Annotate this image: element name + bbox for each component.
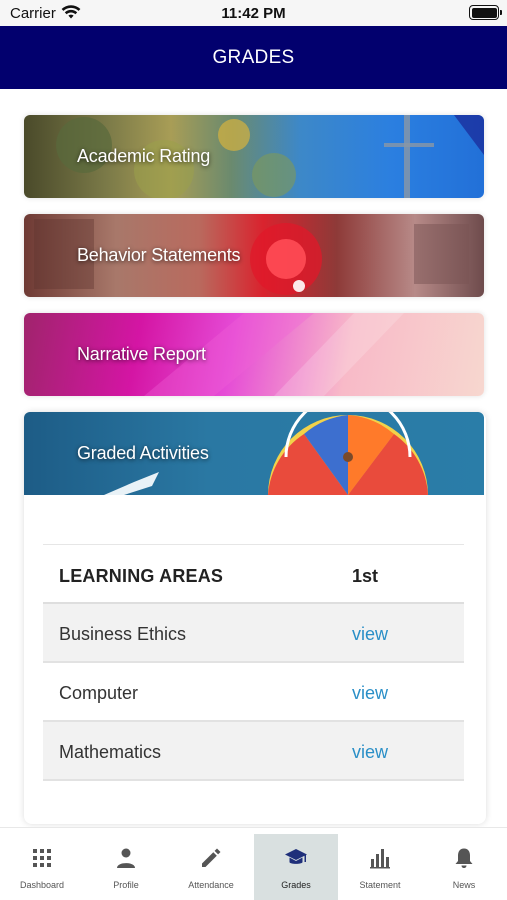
bottom-tab-bar: Dashboard Profile Attendance Grades Stat…: [0, 827, 507, 900]
page-title: GRADES: [212, 47, 295, 68]
table-header: LEARNING AREAS 1st: [43, 544, 464, 604]
card-narrative-report[interactable]: Narrative Report: [24, 313, 484, 396]
clock: 11:42 PM: [221, 5, 286, 22]
view-link[interactable]: view: [352, 742, 388, 763]
subject-name: Business Ethics: [59, 624, 187, 644]
tab-label: Attendance: [188, 880, 234, 890]
tab-label: Dashboard: [19, 880, 65, 890]
page-header: GRADES: [0, 26, 507, 89]
subject-name: Mathematics: [59, 742, 162, 762]
card-behavior-statements[interactable]: Behavior Statements: [24, 214, 484, 297]
card-label: Academic Rating: [77, 146, 211, 166]
table-row: Computer view: [43, 663, 464, 722]
tab-label: Profile: [113, 880, 139, 890]
card-label: Narrative Report: [77, 344, 206, 364]
tab-label: Grades: [281, 880, 311, 890]
card-label: Behavior Statements: [77, 245, 241, 265]
tab-label: Statement: [359, 880, 401, 890]
view-link[interactable]: view: [352, 624, 388, 645]
bell-icon: [455, 848, 473, 868]
battery-icon: [469, 5, 502, 20]
tab-dashboard[interactable]: Dashboard: [0, 834, 84, 900]
view-link[interactable]: view: [352, 683, 388, 704]
grades-content: Academic Rating Behavior Statements Narr…: [0, 89, 507, 827]
subject-name: Computer: [59, 683, 139, 703]
tab-grades[interactable]: Grades: [254, 834, 338, 900]
tab-statement[interactable]: Statement: [338, 834, 422, 900]
graduation-cap-icon: [285, 849, 307, 864]
column-header-quarter: 1st: [352, 566, 379, 586]
card-label: Graded Activities: [77, 443, 209, 463]
card-academic-rating[interactable]: Academic Rating: [24, 115, 484, 198]
tab-news[interactable]: News: [422, 834, 506, 900]
column-header-learning-areas: LEARNING AREAS: [59, 566, 224, 586]
table-row: Mathematics view: [43, 722, 464, 781]
table-row: Business Ethics view: [43, 604, 464, 663]
card-graded-activities[interactable]: Graded Activities: [24, 412, 484, 495]
learning-areas-table: LEARNING AREAS 1st Business Ethics view …: [43, 544, 464, 781]
tab-profile[interactable]: Profile: [84, 834, 168, 900]
status-bar: Carrier 11:42 PM: [0, 0, 507, 26]
person-icon: [117, 848, 135, 868]
tab-attendance[interactable]: Attendance: [169, 834, 253, 900]
tab-label: News: [452, 880, 476, 890]
bar-chart-icon: [370, 849, 390, 869]
pencil-icon: [202, 848, 221, 867]
grid-icon: [33, 849, 51, 867]
